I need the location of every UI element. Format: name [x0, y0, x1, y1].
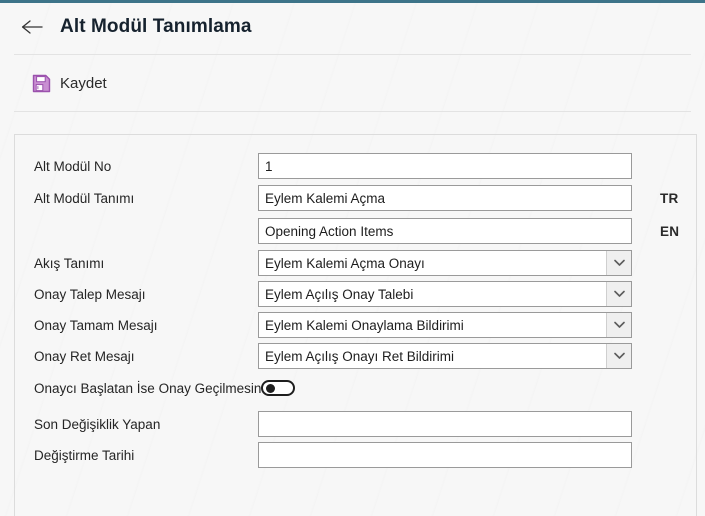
chevron-down-icon[interactable]	[606, 282, 631, 306]
onay-tamam-mesaji-select[interactable]: Eylem Kalemi Onaylama Bildirimi	[258, 312, 632, 338]
chevron-down-icon[interactable]	[606, 313, 631, 337]
onay-talep-mesaji-select[interactable]: Eylem Açılış Onay Talebi	[258, 281, 632, 307]
arrow-left-icon[interactable]	[18, 12, 48, 42]
form-row: Akış Tanımı Eylem Kalemi Açma Onayı	[15, 248, 696, 278]
form-row: Alt Modül No	[15, 151, 696, 181]
save-button-label: Kaydet	[60, 74, 107, 92]
floppy-save-icon	[32, 74, 51, 93]
form-row: EN	[15, 216, 696, 246]
top-accent-bar	[0, 0, 705, 3]
degistirme-tarihi-input[interactable]	[258, 442, 632, 468]
form-row: Onaycı Başlatan İse Onay Geçilmesin	[15, 373, 696, 403]
field-label: Akış Tanımı	[34, 255, 105, 271]
field-label: Onay Talep Mesajı	[34, 286, 146, 302]
save-button[interactable]: Kaydet	[28, 71, 111, 96]
akis-tanimi-select[interactable]: Eylem Kalemi Açma Onayı	[258, 250, 632, 276]
onay-ret-mesaji-value: Eylem Açılış Onayı Ret Bildirimi	[265, 348, 455, 364]
form-row: Onay Ret Mesajı Eylem Açılış Onayı Ret B…	[15, 341, 696, 371]
form-row: Değiştirme Tarihi	[15, 440, 696, 470]
commandbar-divider	[14, 111, 691, 112]
onay-ret-mesaji-select[interactable]: Eylem Açılış Onayı Ret Bildirimi	[258, 343, 632, 369]
onay-tamam-mesaji-value: Eylem Kalemi Onaylama Bildirimi	[265, 317, 464, 333]
son-degisiklik-yapan-input[interactable]	[258, 411, 632, 437]
onay-talep-mesaji-value: Eylem Açılış Onay Talebi	[265, 286, 414, 302]
alt-modul-no-input[interactable]	[258, 153, 632, 179]
field-label: Alt Modül No	[34, 158, 112, 174]
chevron-down-icon[interactable]	[606, 251, 631, 275]
akis-tanimi-value: Eylem Kalemi Açma Onayı	[265, 255, 425, 271]
form-row: Alt Modül Tanımı TR	[15, 183, 696, 213]
onayci-baslatan-toggle[interactable]	[261, 380, 295, 396]
language-tag-tr: TR	[660, 190, 679, 206]
toggle-knob	[265, 383, 275, 393]
alt-modul-tanimi-tr-input[interactable]	[258, 185, 632, 211]
command-bar: Kaydet	[0, 55, 705, 111]
field-label: Değiştirme Tarihi	[34, 447, 135, 463]
form-row: Onay Talep Mesajı Eylem Açılış Onay Tale…	[15, 279, 696, 309]
field-label: Onaycı Başlatan İse Onay Geçilmesin	[34, 380, 262, 396]
page-title: Alt Modül Tanımlama	[60, 16, 252, 37]
field-label: Son Değişiklik Yapan	[34, 416, 161, 432]
chevron-down-icon[interactable]	[606, 344, 631, 368]
field-label: Onay Ret Mesajı	[34, 348, 135, 364]
field-label: Alt Modül Tanımı	[34, 190, 135, 206]
language-tag-en: EN	[660, 223, 680, 239]
field-label: Onay Tamam Mesajı	[34, 317, 158, 333]
form-row: Son Değişiklik Yapan	[15, 409, 696, 439]
page-root: Alt Modül Tanımlama Kaydet Alt Modül No …	[0, 0, 705, 516]
form-row: Onay Tamam Mesajı Eylem Kalemi Onaylama …	[15, 310, 696, 340]
form-panel: Alt Modül No Alt Modül Tanımı TR EN Akış…	[14, 134, 697, 516]
alt-modul-tanimi-en-input[interactable]	[258, 218, 632, 244]
page-header: Alt Modül Tanımlama	[0, 0, 705, 54]
